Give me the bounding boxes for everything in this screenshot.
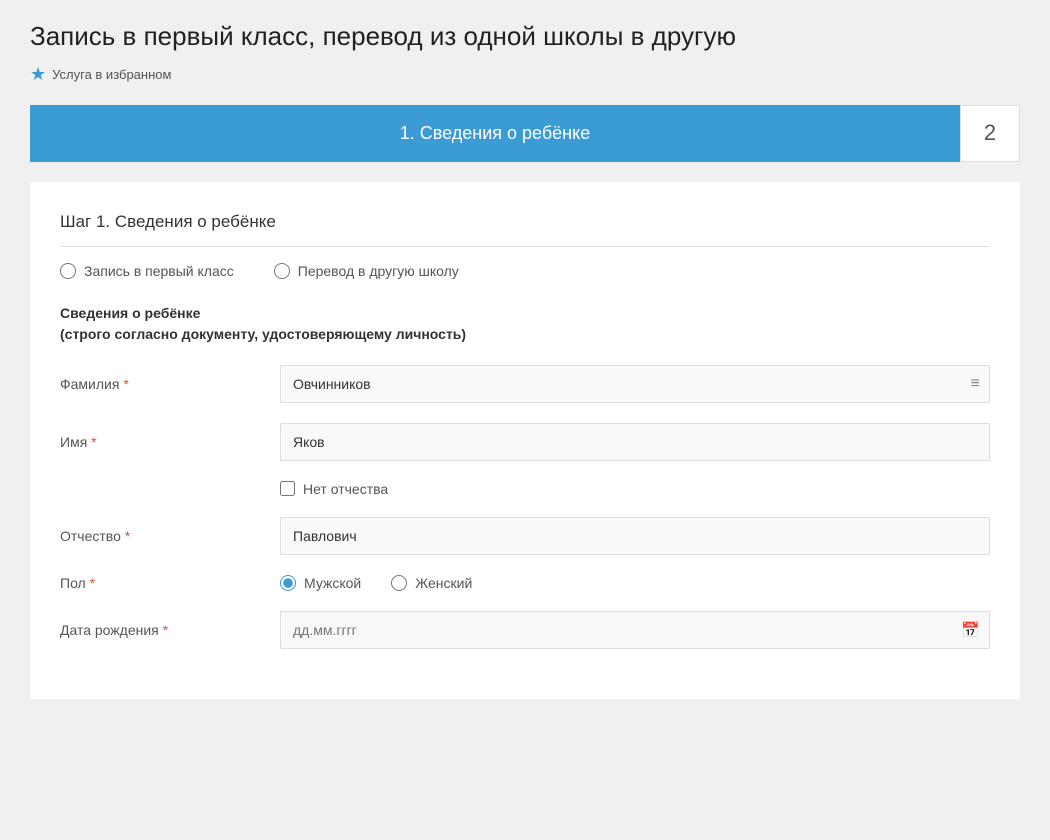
gender-male-label: Мужской — [304, 575, 361, 591]
birthdate-input-wrapper: 📅 — [280, 611, 990, 649]
no-patronymic-row: Нет отчества — [280, 481, 990, 497]
star-icon: ★ — [30, 64, 46, 85]
first-name-required: * — [91, 434, 96, 450]
option-transfer-label: Перевод в другую школу — [298, 263, 459, 279]
first-name-label: Имя * — [60, 434, 280, 450]
child-info-title-line2: (строго согласно документу, удостоверяющ… — [60, 324, 990, 345]
gender-row: Пол * Мужской Женский — [60, 575, 990, 591]
gender-options-wrapper: Мужской Женский — [280, 575, 990, 591]
gender-male-option[interactable]: Мужской — [280, 575, 361, 591]
option-transfer[interactable]: Перевод в другую школу — [274, 263, 459, 279]
calendar-icon: 📅 — [961, 621, 980, 639]
last-name-row: Фамилия * ≡ — [60, 365, 990, 403]
service-type-row: Запись в первый класс Перевод в другую ш… — [60, 263, 990, 279]
favorite-label: Услуга в избранном — [52, 67, 171, 82]
last-name-input-wrapper: ≡ — [280, 365, 990, 403]
form-card: Шаг 1. Сведения о ребёнке Запись в первы… — [30, 182, 1020, 699]
child-info-title: Сведения о ребёнке (строго согласно доку… — [60, 303, 990, 345]
birthdate-required: * — [163, 622, 168, 638]
last-name-input[interactable] — [280, 365, 990, 403]
gender-label: Пол * — [60, 575, 280, 591]
radio-first-class[interactable] — [60, 263, 76, 279]
step-header: 1. Сведения о ребёнке 2 — [30, 105, 1020, 162]
option-first-class-label: Запись в первый класс — [84, 263, 234, 279]
last-name-required: * — [123, 376, 128, 392]
last-name-label: Фамилия * — [60, 376, 280, 392]
option-first-class[interactable]: Запись в первый класс — [60, 263, 234, 279]
gender-female-label: Женский — [415, 575, 472, 591]
radio-male[interactable] — [280, 575, 296, 591]
form-section-title: Шаг 1. Сведения о ребёнке — [60, 212, 990, 247]
no-patronymic-label: Нет отчества — [303, 481, 388, 497]
radio-transfer[interactable] — [274, 263, 290, 279]
favorite-row[interactable]: ★ Услуга в избранном — [30, 64, 1020, 85]
page-wrapper: Запись в первый класс, перевод из одной … — [0, 0, 1050, 719]
first-name-input-wrapper — [280, 423, 990, 461]
menu-icon: ≡ — [971, 375, 980, 393]
patronymic-required: * — [125, 528, 130, 544]
child-info-title-line1: Сведения о ребёнке — [60, 303, 990, 324]
patronymic-input[interactable] — [280, 517, 990, 555]
gender-female-option[interactable]: Женский — [391, 575, 472, 591]
first-name-row: Имя * — [60, 423, 990, 461]
first-name-input[interactable] — [280, 423, 990, 461]
patronymic-row: Отчество * — [60, 517, 990, 555]
gender-options: Мужской Женский — [280, 575, 990, 591]
page-title: Запись в первый класс, перевод из одной … — [30, 20, 1020, 54]
patronymic-label: Отчество * — [60, 528, 280, 544]
radio-female[interactable] — [391, 575, 407, 591]
step-total-count: 2 — [960, 105, 1020, 162]
gender-required: * — [90, 575, 95, 591]
no-patronymic-checkbox[interactable] — [280, 481, 295, 496]
birthdate-label: Дата рождения * — [60, 622, 280, 638]
step-current-label: 1. Сведения о ребёнке — [30, 105, 960, 162]
birthdate-row: Дата рождения * 📅 — [60, 611, 990, 649]
patronymic-input-wrapper — [280, 517, 990, 555]
birthdate-input[interactable] — [280, 611, 990, 649]
